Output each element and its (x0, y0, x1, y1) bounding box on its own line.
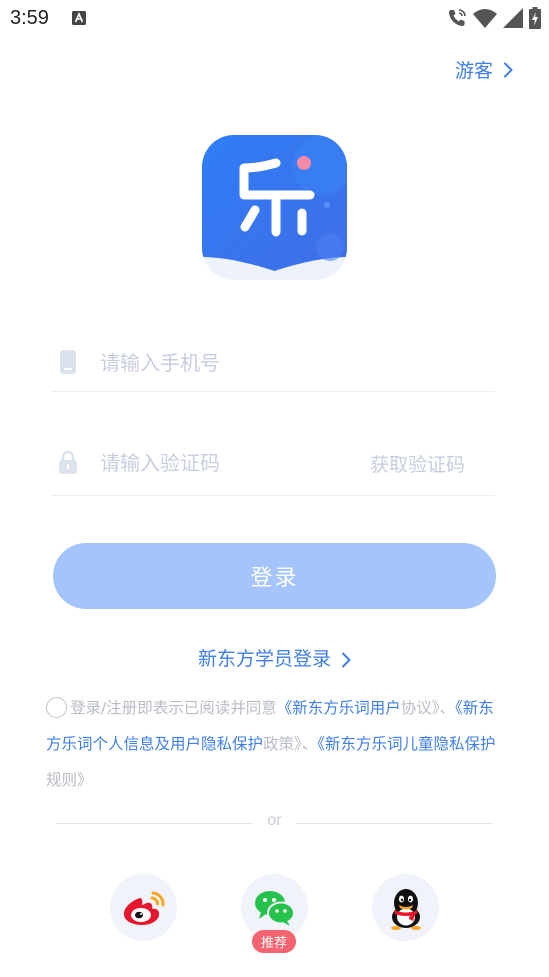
phone-input[interactable] (100, 344, 400, 382)
agreement-mid2: 政策》、 (263, 735, 318, 753)
app-logo-icon (202, 135, 347, 280)
weibo-icon (123, 891, 165, 925)
wifi-call-icon (449, 9, 466, 26)
code-field: 获取验证码 (52, 436, 495, 496)
qq-login-button[interactable] (372, 874, 439, 941)
status-time: 3:59 (10, 7, 49, 29)
signal-icon (503, 8, 523, 28)
status-icons (447, 7, 541, 29)
recommend-badge: 推荐 (252, 930, 296, 953)
code-input[interactable] (100, 444, 400, 482)
get-code-button[interactable]: 获取验证码 (370, 450, 465, 477)
or-divider: or (56, 812, 493, 834)
guest-link[interactable]: 游客 (455, 56, 513, 83)
divider-line-right (296, 823, 493, 824)
phone-field (52, 336, 495, 392)
wechat-icon (254, 890, 295, 926)
or-label: or (267, 812, 282, 829)
phone-icon (60, 350, 76, 374)
children-privacy-link[interactable]: 《新东方乐词儿童隐私保护 (317, 735, 495, 753)
student-login-link[interactable]: 新东方学员登录 (0, 644, 549, 671)
agreement-prefix: 登录/注册即表示已阅读并同意 (70, 699, 277, 717)
wifi-icon (473, 9, 497, 28)
weibo-login-button[interactable] (110, 874, 177, 941)
student-login-label: 新东方学员登录 (197, 648, 331, 670)
a-notification-icon (72, 11, 86, 25)
agreement-checkbox[interactable] (46, 697, 67, 718)
battery-charging-icon (529, 7, 541, 29)
guest-label: 游客 (454, 60, 493, 82)
status-bar: 3:59 (0, 0, 549, 38)
chevron-right-icon (342, 652, 351, 667)
agreement-mid1: 协议》、 (400, 699, 456, 717)
agreement-text: 登录/注册即表示已阅读并同意《新东方乐词用户协议》、《新东方乐词个人信息及用户隐… (46, 690, 508, 798)
login-button[interactable]: 登录 (53, 543, 496, 609)
agreement-suffix: 规则》 (46, 771, 93, 789)
lock-icon (59, 450, 77, 474)
user-agreement-link[interactable]: 《新东方乐词用户 (277, 699, 401, 717)
chevron-right-icon (504, 62, 513, 77)
qq-icon (390, 888, 421, 930)
